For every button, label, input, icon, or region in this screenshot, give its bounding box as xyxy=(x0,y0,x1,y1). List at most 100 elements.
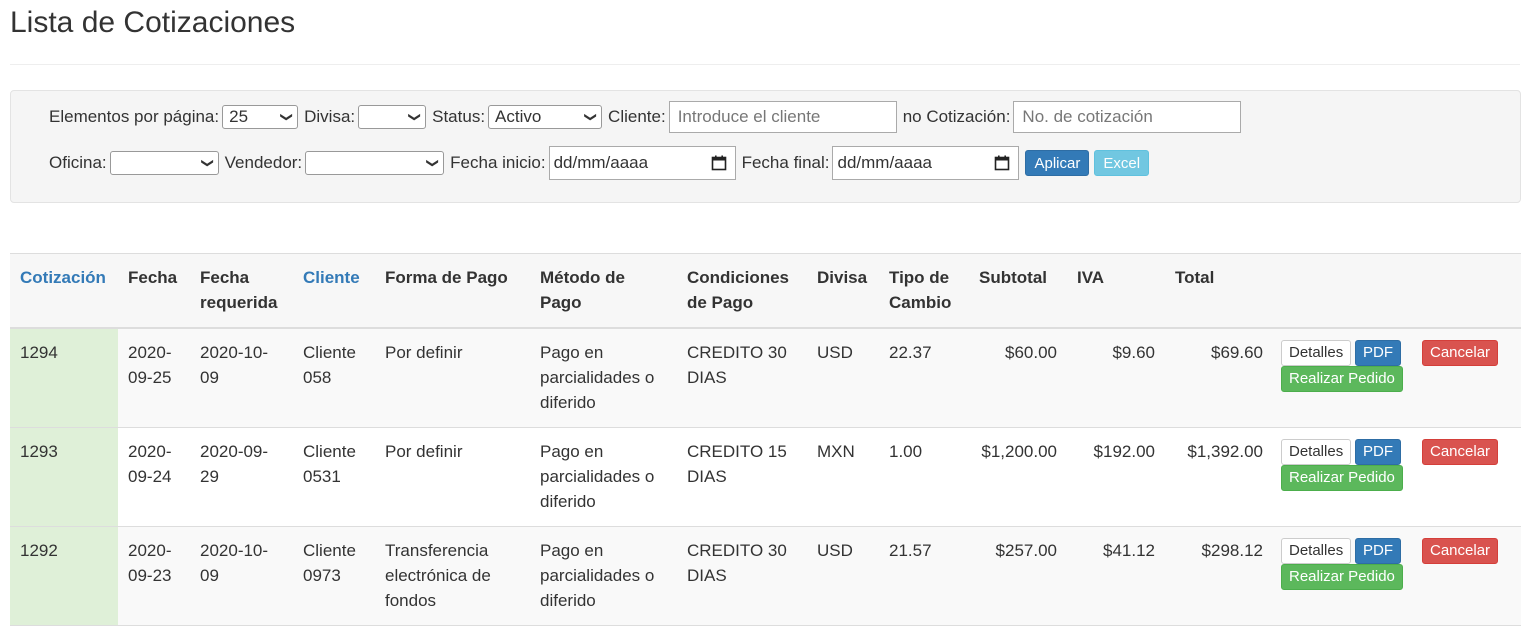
chevron-down-icon: ❯ xyxy=(280,111,295,123)
chevron-down-icon: ❯ xyxy=(584,111,599,123)
chevron-down-icon: ❯ xyxy=(426,157,441,169)
required-date-cell: 2020-09-29 xyxy=(200,442,269,486)
details-button[interactable]: Detalles xyxy=(1281,439,1352,465)
client-cell: Cliente 0973 xyxy=(303,541,356,585)
pdf-button[interactable]: PDF xyxy=(1355,439,1401,465)
iva-cell: $9.60 xyxy=(1112,343,1155,362)
cancel-button[interactable]: Cancelar xyxy=(1422,439,1499,465)
iva-cell: $192.00 xyxy=(1093,442,1155,461)
subtotal-cell: $60.00 xyxy=(1005,343,1057,362)
payment-form-cell: Por definir xyxy=(385,343,463,362)
date-cell: 2020-09-25 xyxy=(128,343,172,387)
column-header-payment-method: Método de Pago xyxy=(530,253,677,329)
payment-terms-cell: CREDITO 30 DIAS xyxy=(687,541,787,585)
column-header-actions xyxy=(1273,253,1521,329)
quote-id-cell: 1293 xyxy=(10,427,118,527)
currency-cell: USD xyxy=(817,541,853,560)
start-date-input[interactable]: dd/mm/aaaa xyxy=(548,146,736,180)
seller-label: Vendedor: xyxy=(224,153,303,172)
chevron-down-icon: ❯ xyxy=(200,157,215,169)
payment-terms-cell: CREDITO 30 DIAS xyxy=(687,343,787,387)
required-date-cell: 2020-10-09 xyxy=(200,343,269,387)
subtotal-cell: $1,200.00 xyxy=(981,442,1057,461)
chevron-down-icon: ❯ xyxy=(408,111,423,123)
actions-cell: Detalles PDF Realizar Pedido Cancelar xyxy=(1273,428,1521,527)
quote-id-cell: 1292 xyxy=(10,526,118,626)
payment-terms-cell: CREDITO 15 DIAS xyxy=(687,442,787,486)
exchange-rate-cell: 1.00 xyxy=(889,442,923,461)
column-header-payment-terms: Condiciones de Pago xyxy=(677,253,807,329)
per-page-value: 25 xyxy=(229,107,249,126)
per-page-select[interactable]: 25 ❯ xyxy=(222,105,299,129)
required-date-cell: 2020-10-09 xyxy=(200,541,269,585)
end-date-value: dd/mm/aaaa xyxy=(837,153,932,172)
details-button[interactable]: Detalles xyxy=(1281,340,1352,366)
payment-method-cell: Pago en parcialidades o diferido xyxy=(540,343,655,412)
column-header-exchange-rate: Tipo de Cambio xyxy=(879,253,969,329)
seller-select[interactable]: ❯ xyxy=(305,151,445,175)
payment-method-cell: Pago en parcialidades o diferido xyxy=(540,541,655,610)
iva-cell: $41.12 xyxy=(1103,541,1155,560)
place-order-button[interactable]: Realizar Pedido xyxy=(1281,465,1403,491)
actions-cell: Detalles PDF Realizar Pedido Cancelar xyxy=(1273,527,1521,626)
status-select[interactable]: Activo ❯ xyxy=(488,105,603,129)
column-header-total: Total xyxy=(1165,253,1273,329)
column-header-iva: IVA xyxy=(1067,253,1165,329)
date-cell: 2020-09-23 xyxy=(128,541,172,585)
status-label: Status: xyxy=(432,107,486,126)
quote-no-label: no Cotización: xyxy=(902,107,1011,126)
pdf-button[interactable]: PDF xyxy=(1355,538,1401,564)
start-date-label: Fecha inicio: xyxy=(450,153,546,172)
title-divider xyxy=(10,64,1520,65)
filter-panel: Elementos por página: 25 ❯ Divisa: ❯ Sta… xyxy=(10,90,1521,203)
office-select[interactable]: ❯ xyxy=(109,151,219,175)
column-header-quote[interactable]: Cotización xyxy=(10,253,118,329)
client-cell: Cliente 058 xyxy=(303,343,356,387)
currency-cell: MXN xyxy=(817,442,855,461)
cancel-button[interactable]: Cancelar xyxy=(1422,538,1499,564)
details-button[interactable]: Detalles xyxy=(1281,538,1352,564)
client-cell: Cliente 0531 xyxy=(303,442,356,486)
filter-row-1: Elementos por página: 25 ❯ Divisa: ❯ Sta… xyxy=(49,101,1247,133)
pdf-button[interactable]: PDF xyxy=(1355,340,1401,366)
currency-select[interactable]: ❯ xyxy=(358,105,427,129)
date-cell: 2020-09-24 xyxy=(128,442,172,486)
status-value: Activo xyxy=(495,107,542,126)
place-order-button[interactable]: Realizar Pedido xyxy=(1281,564,1403,590)
column-header-required-date: Fecha requerida xyxy=(190,253,293,329)
excel-button[interactable]: Excel xyxy=(1094,150,1150,176)
calendar-icon[interactable] xyxy=(994,155,1010,171)
per-page-label: Elementos por página: xyxy=(49,107,220,126)
actions-cell: Detalles PDF Realizar Pedido Cancelar xyxy=(1273,328,1521,428)
column-header-date: Fecha xyxy=(118,253,190,329)
quote-number-input[interactable] xyxy=(1013,101,1242,133)
payment-method-cell: Pago en parcialidades o diferido xyxy=(540,442,655,511)
quote-id-cell: 1294 xyxy=(10,328,118,428)
column-header-payment-form: Forma de Pago xyxy=(375,253,530,329)
column-header-currency: Divisa xyxy=(807,253,879,329)
table-row: 1292 2020-09-23 2020-10-09 Cliente 0973 … xyxy=(10,526,1521,626)
end-date-input[interactable]: dd/mm/aaaa xyxy=(832,146,1020,180)
column-header-subtotal: Subtotal xyxy=(969,253,1067,329)
quotes-table: Cotización Fecha Fecha requerida Cliente… xyxy=(10,253,1521,626)
currency-label: Divisa: xyxy=(304,107,356,126)
apply-button[interactable]: Aplicar xyxy=(1025,150,1090,176)
cancel-button[interactable]: Cancelar xyxy=(1422,340,1499,366)
payment-form-cell: Por definir xyxy=(385,442,463,461)
end-date-label: Fecha final: xyxy=(741,153,830,172)
office-label: Oficina: xyxy=(49,153,107,172)
client-label: Cliente: xyxy=(608,107,666,126)
payment-form-cell: Transferencia electrónica de fondos xyxy=(385,541,491,610)
place-order-button[interactable]: Realizar Pedido xyxy=(1281,366,1403,392)
start-date-value: dd/mm/aaaa xyxy=(553,153,649,172)
client-input[interactable] xyxy=(668,101,897,133)
column-header-client[interactable]: Cliente xyxy=(293,253,375,329)
subtotal-cell: $257.00 xyxy=(995,541,1057,560)
total-cell: $1,392.00 xyxy=(1187,442,1263,461)
exchange-rate-cell: 21.57 xyxy=(889,541,932,560)
table-header-row: Cotización Fecha Fecha requerida Cliente… xyxy=(10,253,1521,329)
calendar-icon[interactable] xyxy=(711,155,727,171)
table-row: 1293 2020-09-24 2020-09-29 Cliente 0531 … xyxy=(10,427,1521,527)
filter-row-2: Oficina: ❯ Vendedor: ❯ Fecha inicio: dd/… xyxy=(49,146,1150,180)
total-cell: $69.60 xyxy=(1211,343,1263,362)
